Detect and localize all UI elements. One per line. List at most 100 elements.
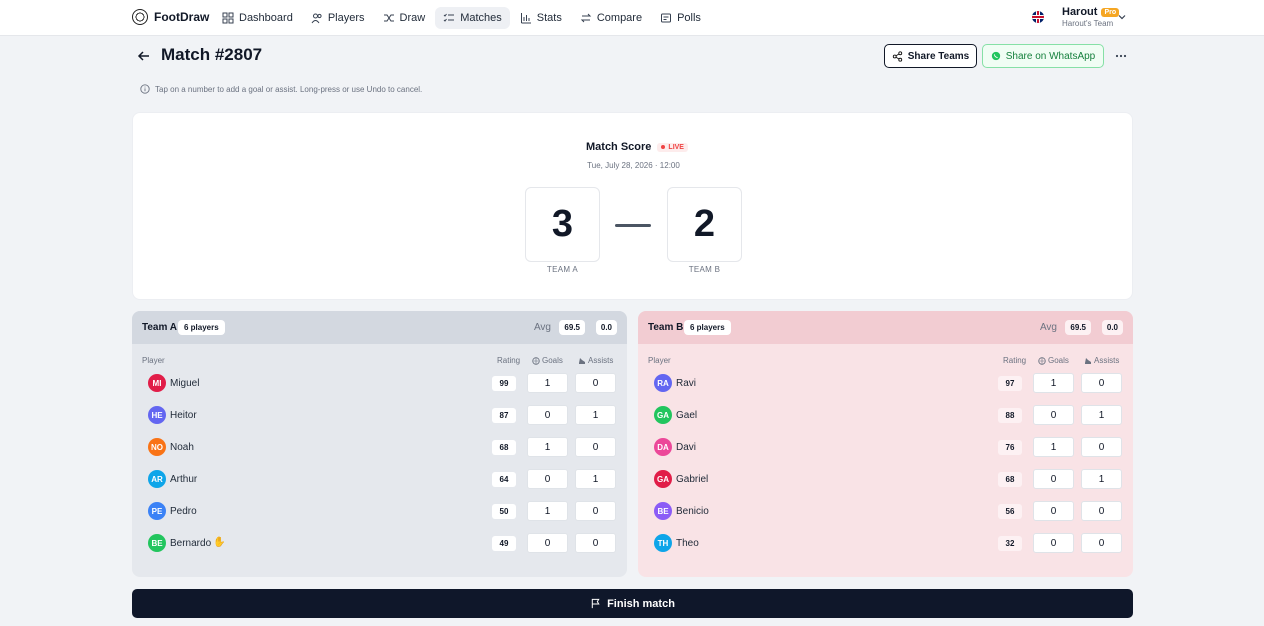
share-teams-button[interactable]: Share Teams — [884, 44, 977, 68]
player-row: AR Arthur 64 0 1 — [132, 463, 627, 495]
player-name: Pedro — [170, 506, 197, 517]
nav-stats[interactable]: Stats — [512, 7, 570, 29]
player-rating: 32 — [998, 536, 1022, 551]
player-row: GA Gabriel 68 0 1 — [638, 463, 1133, 495]
goals-counter[interactable]: 0 — [1033, 405, 1074, 425]
assists-counter[interactable]: 0 — [575, 437, 616, 457]
share-whatsapp-button[interactable]: Share on WhatsApp — [982, 44, 1104, 68]
team-b-panel: Team B 6 players Avg 69.5 0.0 Player Rat… — [638, 311, 1133, 577]
avatar: NO — [148, 438, 166, 456]
player-rating: 50 — [492, 504, 516, 519]
team-b-count: 6 players — [684, 320, 731, 335]
goals-counter[interactable]: 1 — [1033, 437, 1074, 457]
player-rating: 97 — [998, 376, 1022, 391]
player-row: DA Davi 76 1 0 — [638, 431, 1133, 463]
player-name: Gabriel — [676, 474, 709, 485]
player-rating: 68 — [492, 440, 516, 455]
nav-dashboard[interactable]: Dashboard — [214, 7, 301, 29]
player-row: MI Miguel 99 1 0 — [132, 367, 627, 399]
ball-icon — [1038, 356, 1046, 365]
assists-counter[interactable]: 1 — [1081, 469, 1122, 489]
goals-counter[interactable]: 0 — [527, 469, 568, 489]
goals-counter[interactable]: 0 — [527, 405, 568, 425]
more-options-icon[interactable] — [1114, 50, 1128, 62]
goals-counter[interactable]: 1 — [527, 373, 568, 393]
assists-counter[interactable]: 0 — [575, 373, 616, 393]
goals-counter[interactable]: 1 — [527, 501, 568, 521]
team-a-avg: 69.5 — [559, 320, 585, 335]
team-b-label: TEAM B — [688, 265, 721, 274]
col-goals: Goals — [1038, 356, 1069, 365]
team-a-panel: Team A 6 players Avg 69.5 0.0 Player Rat… — [132, 311, 627, 577]
nav-draw[interactable]: Draw — [375, 7, 434, 29]
nav-polls[interactable]: Polls — [652, 7, 709, 29]
assists-counter[interactable]: 0 — [1081, 373, 1122, 393]
player-row: GA Gael 88 0 1 — [638, 399, 1133, 431]
avg-label: Avg — [1039, 322, 1057, 333]
player-rating: 88 — [998, 408, 1022, 423]
avatar: TH — [654, 534, 672, 552]
match-score-card: Match Score LIVE Tue, July 28, 2026 · 12… — [132, 112, 1133, 300]
assists-counter[interactable]: 0 — [575, 533, 616, 553]
flag-icon — [591, 598, 600, 609]
avatar: BE — [148, 534, 166, 552]
player-rating: 64 — [492, 472, 516, 487]
avatar: BE — [654, 502, 672, 520]
player-row: NO Noah 68 1 0 — [132, 431, 627, 463]
assists-counter[interactable]: 0 — [575, 501, 616, 521]
col-rating: Rating — [1003, 356, 1027, 365]
top-navigation-bar: FootDraw Dashboard Players Draw Matches Stat… — [0, 0, 1264, 36]
player-rating: 99 — [492, 376, 516, 391]
user-team: Harout's Team — [1062, 19, 1114, 28]
team-b-avg-secondary: 0.0 — [1101, 320, 1123, 335]
team-a-score: 3 — [525, 187, 600, 262]
player-row: HE Heitor 87 0 1 — [132, 399, 627, 431]
assists-counter[interactable]: 0 — [1081, 437, 1122, 457]
assists-counter[interactable]: 0 — [1081, 533, 1122, 553]
player-row: TH Theo 32 0 0 — [638, 527, 1133, 559]
goals-counter[interactable]: 0 — [1033, 533, 1074, 553]
grid-icon — [222, 12, 234, 24]
brand-name: FootDraw — [154, 10, 210, 24]
goals-counter[interactable]: 1 — [527, 437, 568, 457]
back-arrow-icon[interactable] — [137, 49, 151, 63]
col-assists: Assists — [1084, 356, 1119, 365]
nav-compare[interactable]: Compare — [572, 7, 650, 29]
whatsapp-icon — [991, 51, 1000, 61]
page-title: Match #2807 — [161, 45, 263, 64]
avatar: AR — [148, 470, 166, 488]
bar-chart-icon — [520, 13, 531, 24]
boot-icon — [579, 357, 585, 364]
goals-counter[interactable]: 0 — [527, 533, 568, 553]
nav-matches[interactable]: Matches — [435, 7, 510, 29]
col-rating: Rating — [497, 356, 521, 365]
team-b-name: Team B — [648, 322, 684, 333]
player-rating: 68 — [998, 472, 1022, 487]
uk-flag-icon[interactable] — [1032, 11, 1044, 23]
player-rating: 87 — [492, 408, 516, 423]
finish-match-button[interactable]: Finish match — [132, 589, 1133, 618]
chevron-down-icon[interactable] — [1117, 12, 1127, 22]
goals-counter[interactable]: 1 — [1033, 373, 1074, 393]
player-name: Ravi — [676, 378, 697, 389]
assists-counter[interactable]: 1 — [575, 469, 616, 489]
nav-players[interactable]: Players — [303, 7, 373, 29]
brand-logo[interactable]: FootDraw — [132, 9, 209, 25]
team-b-header: Team B 6 players Avg 69.5 0.0 — [638, 311, 1133, 344]
avatar: GA — [654, 406, 672, 424]
user-menu[interactable]: Harout Pro Harout's Team — [1062, 6, 1120, 28]
team-b-avg: 69.5 — [1065, 320, 1091, 335]
assists-counter[interactable]: 1 — [575, 405, 616, 425]
col-goals: Goals — [532, 356, 563, 365]
assists-counter[interactable]: 0 — [1081, 501, 1122, 521]
player-name: Gael — [676, 410, 698, 421]
player-name: Miguel — [170, 378, 200, 389]
assists-counter[interactable]: 1 — [1081, 405, 1122, 425]
goals-counter[interactable]: 0 — [1033, 501, 1074, 521]
team-a-label: TEAM A — [546, 265, 579, 274]
avg-label: Avg — [533, 322, 551, 333]
col-player: Player — [648, 356, 671, 365]
share-icon — [892, 50, 902, 62]
goals-counter[interactable]: 0 — [1033, 469, 1074, 489]
goalkeeper-glove-icon: ✋ — [213, 537, 226, 548]
